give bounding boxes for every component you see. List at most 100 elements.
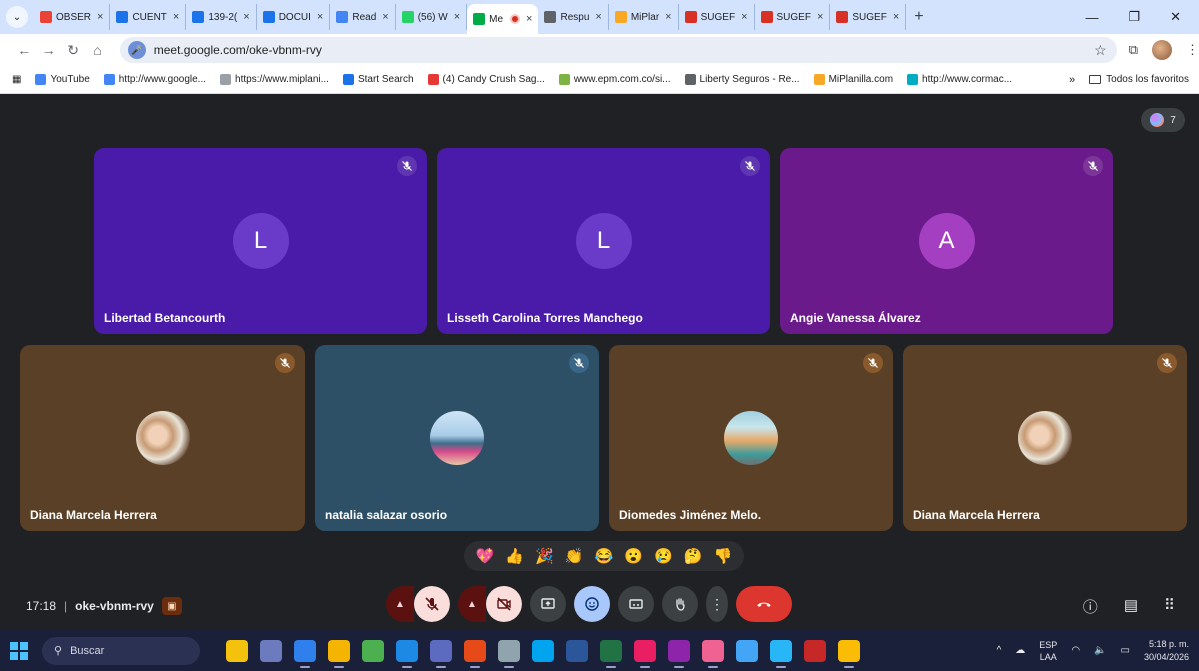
bookmark-item[interactable]: http://www.google... — [103, 74, 206, 85]
wifi-icon[interactable]: ◠ — [1071, 645, 1080, 656]
reaction-emoji[interactable]: 👍 — [505, 547, 524, 565]
tab-search-button[interactable]: ⌄ — [6, 6, 28, 28]
participant-tile[interactable]: L Lisseth Carolina Torres Manchego — [437, 148, 770, 334]
extensions-icon[interactable]: ⧉ — [1129, 42, 1138, 58]
leave-call-button[interactable] — [736, 586, 792, 622]
taskbar-app-icon[interactable] — [328, 639, 350, 668]
participant-tile[interactable]: Diana Marcela Herrera — [20, 345, 305, 531]
participant-tile[interactable]: L Libertad Betancourth — [94, 148, 427, 334]
all-bookmarks-folder[interactable]: Todos los favoritos — [1089, 74, 1189, 85]
taskbar-app-icon[interactable] — [396, 639, 418, 668]
reload-icon[interactable]: ↻ — [61, 42, 85, 59]
bookmark-item[interactable]: www.epm.com.co/si... — [558, 74, 671, 85]
emoji-reactions-button[interactable] — [574, 586, 610, 622]
tab-close-icon[interactable]: × — [665, 11, 671, 23]
captions-button[interactable] — [618, 586, 654, 622]
tab-close-icon[interactable]: × — [317, 11, 323, 23]
participant-tile[interactable]: natalia salazar osorio — [315, 345, 599, 531]
profile-avatar[interactable] — [1151, 40, 1172, 60]
camera-options-chevron-icon[interactable]: ▲ — [458, 586, 486, 622]
taskbar-app-icon[interactable] — [430, 639, 452, 668]
browser-tab[interactable]: Read × — [330, 4, 396, 30]
taskbar-app-icon[interactable] — [532, 639, 554, 662]
close-window-icon[interactable]: ✕ — [1170, 9, 1181, 25]
taskbar-app-icon[interactable] — [464, 639, 486, 668]
apps-grid-icon[interactable]: ▦ — [12, 74, 21, 85]
bookmark-item[interactable]: YouTube — [35, 74, 90, 85]
participant-tile[interactable]: Diomedes Jiménez Melo. — [609, 345, 893, 531]
bookmark-item[interactable]: https://www.miplani... — [220, 74, 329, 85]
browser-tab[interactable]: (56) W × — [396, 4, 468, 30]
browser-tab[interactable]: 139-2(× — [186, 4, 257, 30]
reaction-emoji[interactable]: 😢 — [654, 547, 673, 565]
browser-tab[interactable]: SUGEF × — [755, 4, 831, 30]
bookmark-star-icon[interactable]: ☆ — [1094, 42, 1107, 59]
browser-menu-icon[interactable]: ⋮ — [1186, 42, 1199, 58]
taskbar-app-icon[interactable] — [260, 639, 282, 662]
more-bookmarks-button[interactable]: » — [1069, 74, 1075, 86]
tab-close-icon[interactable]: × — [595, 11, 601, 23]
browser-tab[interactable]: OBSER × — [34, 4, 111, 30]
taskbar-app-icon[interactable] — [634, 639, 656, 668]
windows-start-icon[interactable] — [10, 641, 28, 660]
home-icon[interactable]: ⌂ — [85, 42, 109, 58]
reaction-emoji[interactable]: 😮 — [624, 547, 643, 565]
taskbar-clock[interactable]: 5:18 p. m. 30/04/2026 — [1144, 638, 1189, 664]
activities-icon[interactable]: ⠿ — [1164, 596, 1175, 617]
chat-icon[interactable]: ▤ — [1124, 596, 1138, 617]
browser-tab[interactable]: SUGEF × — [679, 4, 755, 30]
forward-icon[interactable]: → — [36, 42, 60, 58]
tab-close-icon[interactable]: × — [526, 13, 532, 25]
participant-tile[interactable]: A Angie Vanessa Álvarez — [780, 148, 1113, 334]
raise-hand-button[interactable] — [662, 586, 698, 622]
site-info-icon[interactable]: 🎤 — [127, 41, 146, 59]
participant-tile[interactable]: Diana Marcela Herrera — [903, 345, 1187, 531]
bookmark-item[interactable]: Liberty Seguros - Re... — [684, 74, 800, 85]
taskbar-app-icon[interactable] — [804, 639, 826, 662]
reaction-emoji[interactable]: 👏 — [565, 547, 584, 565]
bookmark-item[interactable]: (4) Candy Crush Sag... — [427, 74, 545, 85]
reaction-emoji[interactable]: 🤔 — [684, 547, 703, 565]
battery-icon[interactable]: ▭ — [1121, 645, 1130, 656]
host-controls-icon[interactable]: ▣ — [161, 597, 182, 615]
mic-off-button[interactable] — [414, 586, 450, 622]
browser-tab[interactable]: SUGEF × — [830, 4, 907, 30]
tab-close-icon[interactable]: × — [454, 11, 460, 23]
taskbar-app-icon[interactable] — [226, 639, 248, 662]
tab-close-icon[interactable]: × — [817, 11, 823, 23]
taskbar-app-icon[interactable] — [702, 639, 724, 668]
bookmark-item[interactable]: MiPlanilla.com — [813, 74, 893, 85]
taskbar-app-icon[interactable] — [770, 639, 792, 668]
taskbar-app-icon[interactable] — [566, 639, 588, 662]
taskbar-app-icon[interactable] — [600, 639, 622, 668]
back-icon[interactable]: ← — [12, 42, 36, 58]
browser-tab[interactable]: Respu × — [538, 4, 609, 30]
mic-options-chevron-icon[interactable]: ▲ — [386, 586, 414, 622]
taskbar-app-icon[interactable] — [362, 639, 384, 662]
tab-close-icon[interactable]: × — [243, 11, 249, 23]
minimize-icon[interactable]: — — [1085, 10, 1098, 25]
reaction-emoji[interactable]: 💖 — [476, 547, 495, 565]
reaction-emoji[interactable]: 😂 — [595, 547, 614, 565]
tray-chevron-icon[interactable]: ^ — [997, 645, 1002, 656]
browser-tab[interactable]: Me × — [467, 4, 539, 34]
tab-close-icon[interactable]: × — [382, 11, 388, 23]
meeting-details-icon[interactable]: ⓘ — [1083, 596, 1098, 617]
more-options-button[interactable]: ⋮ — [706, 586, 728, 622]
participants-button[interactable]: 7 — [1141, 108, 1185, 132]
taskbar-app-icon[interactable] — [838, 639, 860, 668]
language-indicator[interactable]: ESP LAA — [1039, 639, 1057, 663]
camera-off-button[interactable] — [486, 586, 522, 622]
taskbar-app-icon[interactable] — [498, 639, 520, 668]
tab-close-icon[interactable]: × — [893, 11, 899, 23]
bookmark-item[interactable]: http://www.cormac... — [907, 74, 1012, 85]
volume-icon[interactable]: 🔈 — [1094, 645, 1106, 656]
address-bar[interactable]: 🎤 meet.google.com/oke-vbnm-rvy ☆ — [119, 37, 1117, 63]
browser-tab[interactable]: MiPlar × — [609, 4, 679, 30]
tray-app-icon[interactable]: ☁ — [1015, 645, 1025, 656]
taskbar-app-icon[interactable] — [294, 639, 316, 668]
reaction-emoji[interactable]: 👎 — [714, 547, 733, 565]
taskbar-app-icon[interactable] — [736, 639, 758, 662]
restore-icon[interactable]: ❐ — [1128, 9, 1140, 25]
tab-close-icon[interactable]: × — [97, 11, 103, 23]
